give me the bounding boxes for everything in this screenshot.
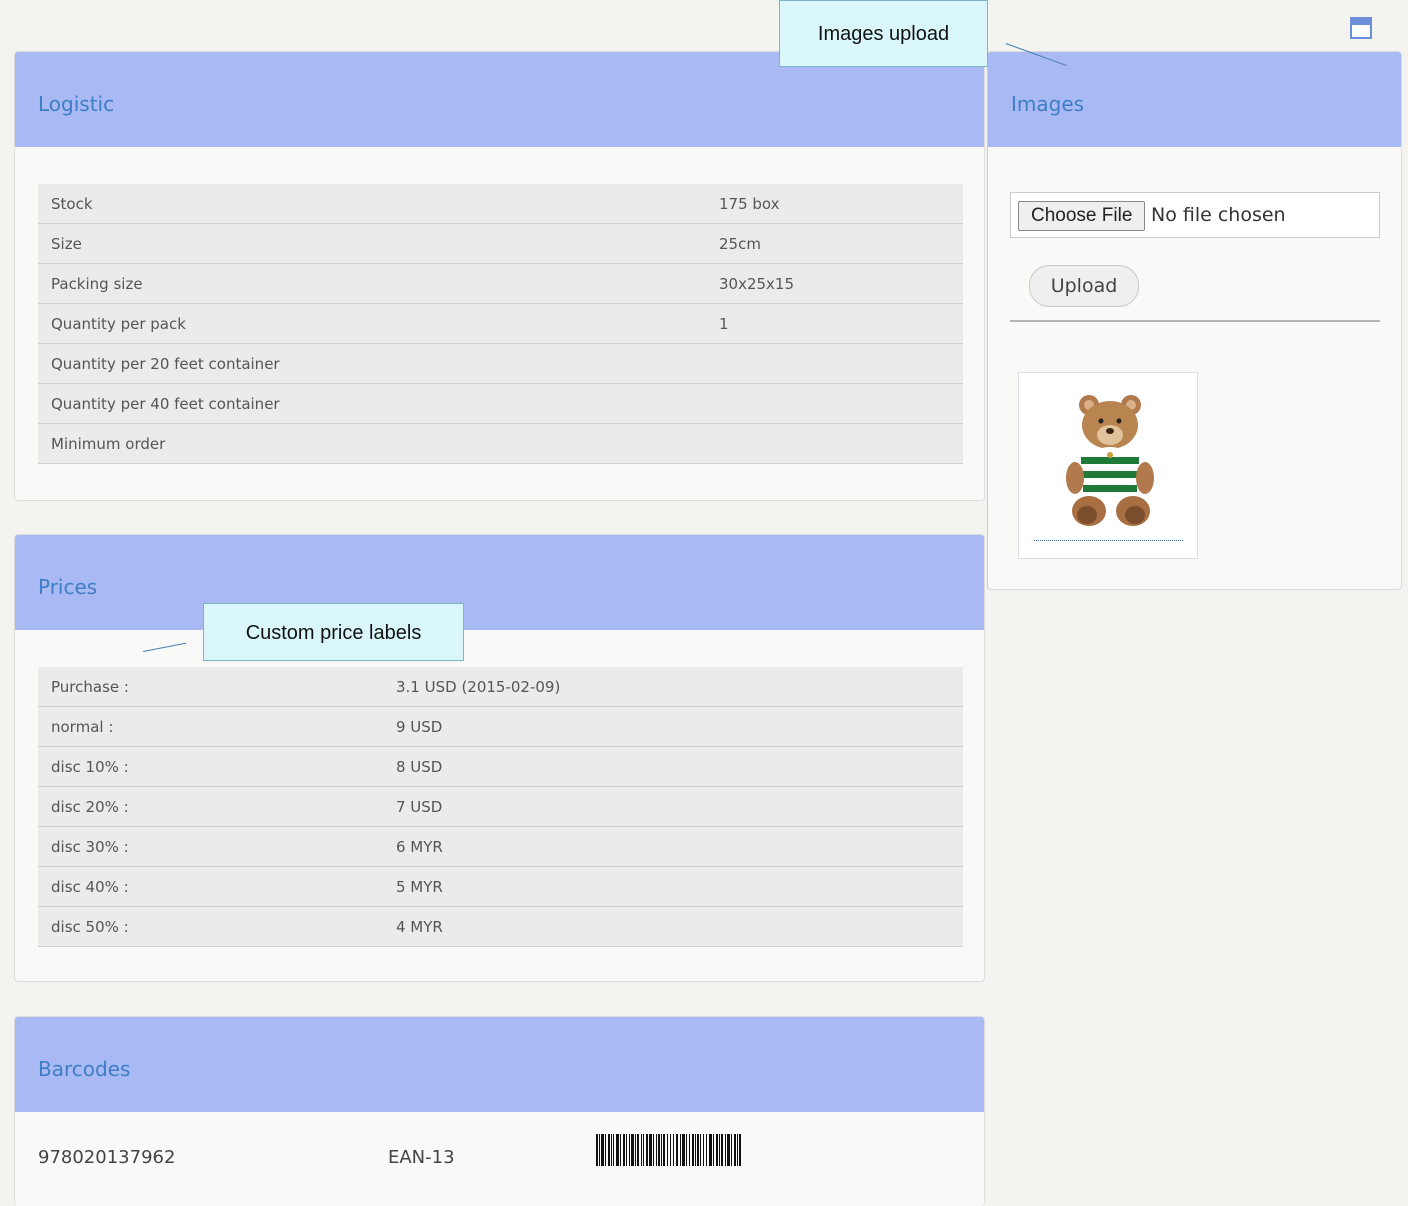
table-row: Minimum order [38,423,963,464]
price-label: disc 50% : [38,906,383,947]
row-label: Minimum order [38,423,706,464]
barcode-image [596,1134,741,1166]
table-row: Quantity per 40 feet container [38,383,963,424]
price-label: disc 30% : [38,826,383,867]
teddy-bear-thumbnail [1066,395,1154,526]
table-row: disc 50% :4 MYR [38,906,963,947]
file-status-text: No file chosen [1151,204,1286,226]
barcode-row: 978020137962 EAN-13 [38,1134,963,1185]
logistic-panel: Logistic Stock 175 box Size 25cm Packing s… [14,51,985,501]
price-value: 7 USD [383,786,963,827]
table-row: Packing size 30x25x15 [38,263,963,304]
images-panel: Images Choose File No file chosen Upload [987,51,1402,590]
price-value: 5 MYR [383,866,963,907]
price-label: disc 10% : [38,746,383,787]
images-title: Images [1011,92,1085,116]
row-value: 1 [706,303,963,344]
price-label: Purchase : [38,667,383,707]
price-value: 9 USD [383,706,963,747]
row-value [706,383,963,424]
table-row: Stock 175 box [38,184,963,224]
row-label: Quantity per 20 feet container [38,343,706,384]
divider [1010,320,1380,322]
logistic-table: Stock 175 box Size 25cm Packing size 30x25x… [38,184,963,464]
price-value: 6 MYR [383,826,963,867]
row-value: 175 box [706,184,963,224]
table-row: Quantity per 20 feet container [38,343,963,384]
price-label: disc 40% : [38,866,383,907]
table-row: normal :9 USD [38,706,963,747]
logistic-title: Logistic [38,92,115,116]
barcode-number: 978020137962 [38,1147,176,1168]
table-row: disc 40% :5 MYR [38,866,963,907]
table-row: disc 30% :6 MYR [38,826,963,867]
thumbnail-link-underline[interactable] [1034,540,1183,541]
row-label: Quantity per pack [38,303,706,344]
prices-table: Purchase :3.1 USD (2015-02-09) normal :9… [38,667,963,947]
price-label: normal : [38,706,383,747]
table-row: disc 20% :7 USD [38,786,963,827]
custom-price-labels-callout: Custom price labels [203,603,464,661]
table-row: Quantity per pack 1 [38,303,963,344]
prices-panel: Prices Purchase :3.1 USD (2015-02-09) no… [14,534,985,982]
row-label: Size [38,223,706,264]
price-value: 8 USD [383,746,963,787]
row-label: Quantity per 40 feet container [38,383,706,424]
price-value: 4 MYR [383,906,963,947]
price-label: disc 20% : [38,786,383,827]
choose-file-button[interactable]: Choose File [1018,201,1146,231]
prices-title: Prices [38,575,98,599]
barcodes-panel: Barcodes 978020137962 EAN-13 [14,1016,985,1206]
upload-button[interactable]: Upload [1029,265,1139,307]
table-row: disc 10% :8 USD [38,746,963,787]
row-label: Stock [38,184,706,224]
table-row: Purchase :3.1 USD (2015-02-09) [38,667,963,707]
row-value: 25cm [706,223,963,264]
top-bar [12,8,1402,52]
prices-panel-header: Prices [15,535,984,630]
file-input[interactable]: Choose File No file chosen [1010,192,1380,238]
row-label: Packing size [38,263,706,304]
window-layout-icon[interactable] [1350,17,1372,39]
row-value [706,343,963,384]
barcodes-panel-header: Barcodes [15,1017,984,1112]
barcode-type: EAN-13 [388,1147,455,1168]
row-value: 30x25x15 [706,263,963,304]
images-upload-callout: Images upload [779,0,988,67]
barcodes-title: Barcodes [38,1057,131,1081]
images-panel-header: Images [988,52,1401,147]
price-value: 3.1 USD (2015-02-09) [383,667,963,707]
product-image-thumbnail[interactable] [1018,372,1198,559]
table-row: Size 25cm [38,223,963,264]
row-value [706,423,963,464]
